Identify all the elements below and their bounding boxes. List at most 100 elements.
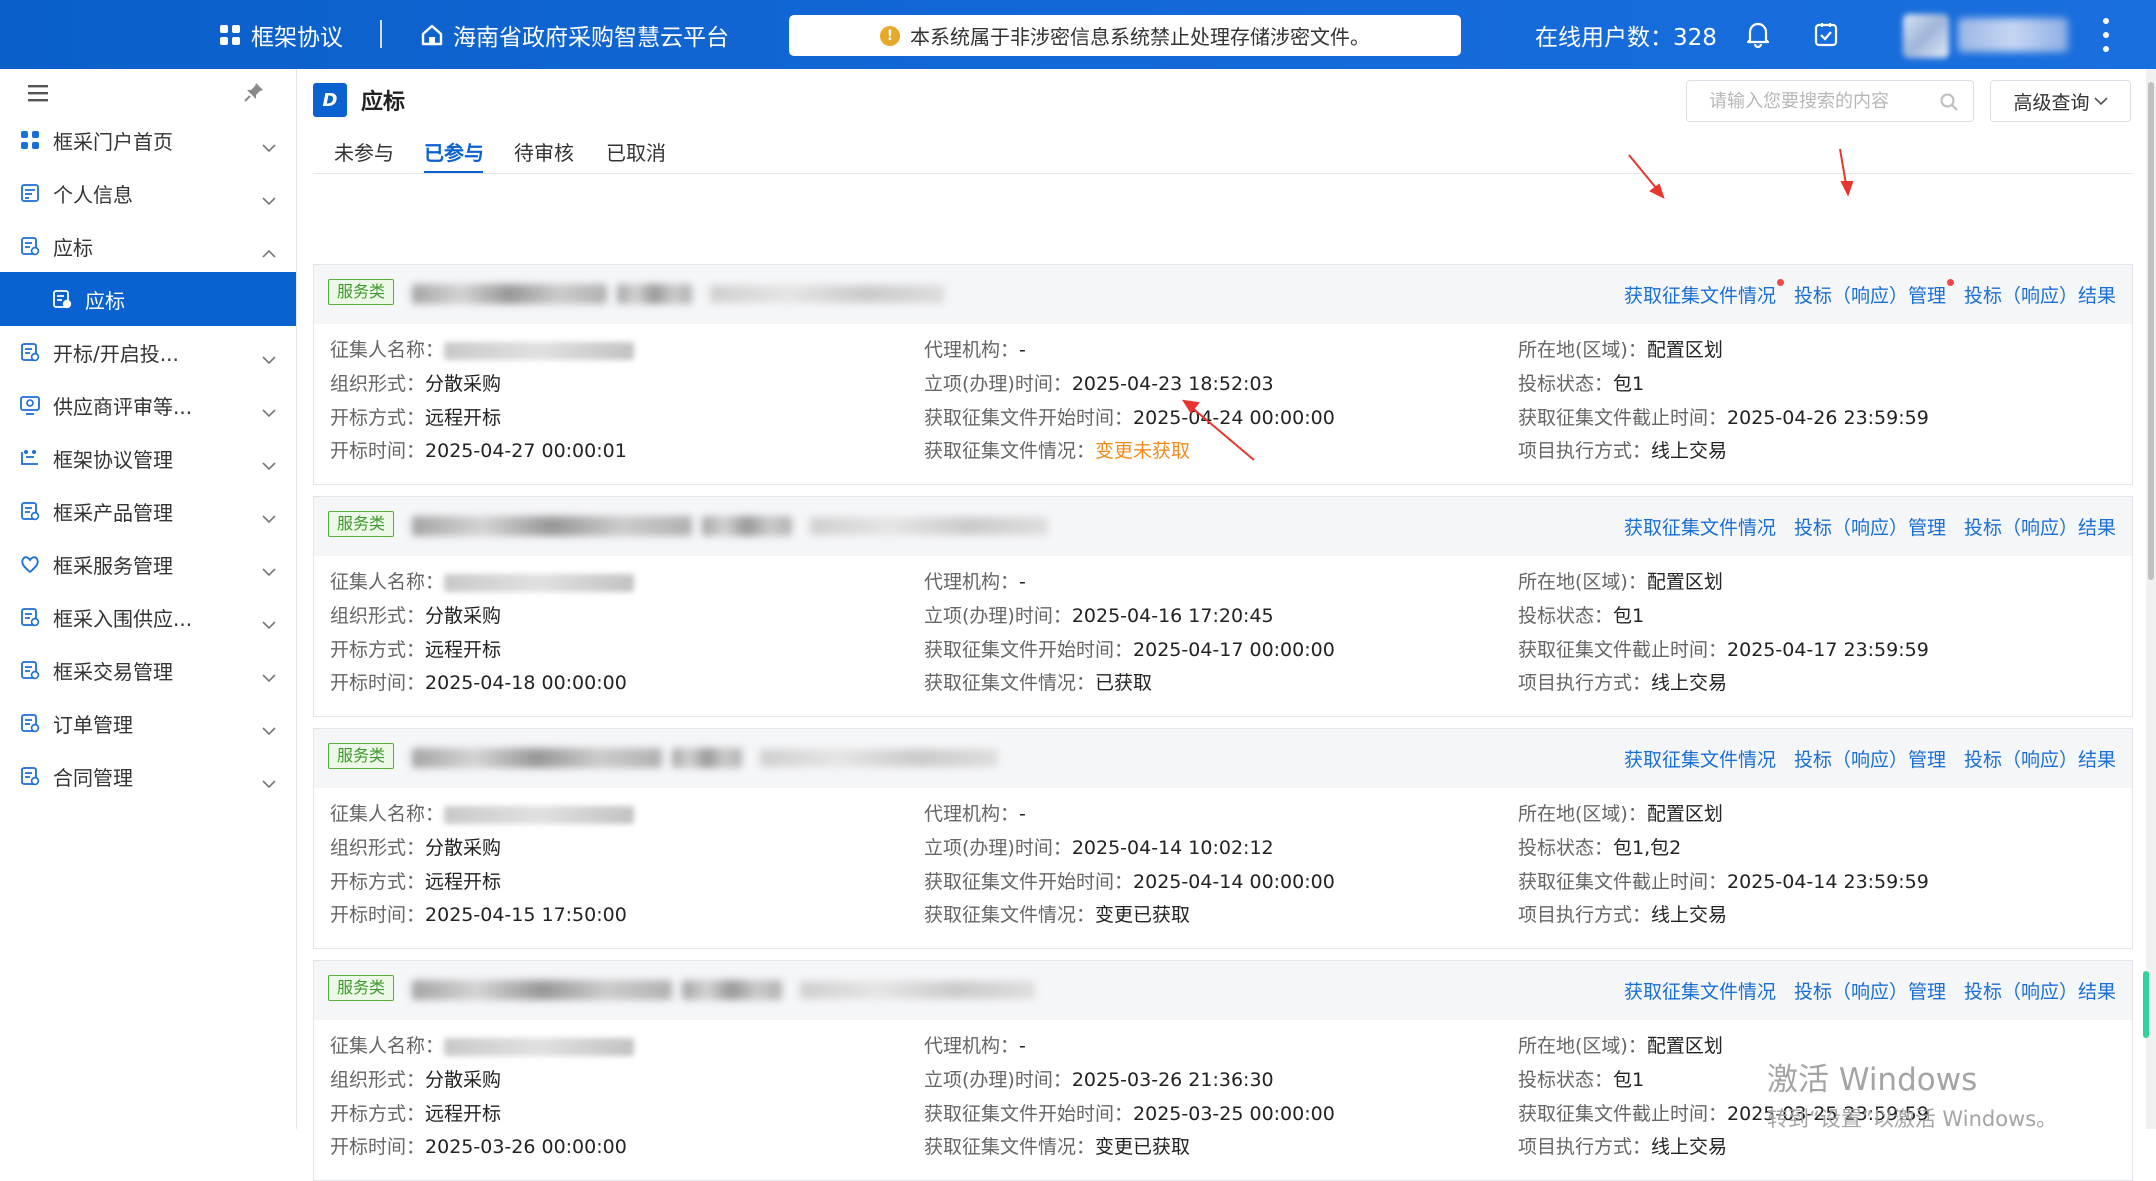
avatar[interactable] (1903, 14, 1949, 58)
field-value-open-time: 2025-04-18 00:00:00 (425, 672, 627, 694)
field-open-time: 开标时间：2025-03-26 00:00:00 (330, 1132, 627, 1159)
sidebar-item-5[interactable]: 供应商评审等... (0, 378, 296, 432)
collector-name-redacted (444, 805, 635, 824)
bid-result-link[interactable]: 投标（响应）结果 (1964, 281, 2116, 309)
project-name-redacted[interactable] (412, 284, 607, 304)
field-agency: 代理机构：- (924, 567, 1026, 594)
field-label: 代理机构： (924, 339, 1020, 361)
field-exec-mode: 项目执行方式：线上交易 (1518, 668, 1727, 695)
field-label: 投标状态： (1518, 1069, 1614, 1091)
field-label: 项目执行方式： (1518, 672, 1652, 694)
get-docs-link[interactable]: 获取征集文件情况 (1624, 977, 1776, 1005)
tab-joined[interactable]: 已参与 (424, 137, 484, 166)
bell-icon[interactable] (1743, 19, 1773, 49)
field-value-doc-status: 变更已获取 (1095, 904, 1191, 926)
advanced-search-button[interactable]: 高级查询 (1990, 80, 2131, 122)
scrollbar-thumb[interactable] (2148, 82, 2154, 580)
bid-card: 服务类 获取征集文件情况 投标（响应）管理 投标（响应）结果 征集人名称： 组织形式：分散… (313, 264, 2133, 485)
sidebar-item-10[interactable]: 框采交易管理 (0, 643, 296, 697)
project-code-redacted (760, 749, 998, 767)
bid-result-link[interactable]: 投标（响应）结果 (1964, 745, 2116, 773)
project-name-redacted[interactable] (412, 748, 662, 768)
field-agency: 代理机构：- (924, 799, 1026, 826)
field-value-doc-status: 变更已获取 (1095, 1136, 1191, 1158)
chevron-down-icon (262, 399, 276, 418)
field-label: 开标方式： (330, 871, 426, 893)
bid-manage-link[interactable]: 投标（响应）管理 (1794, 977, 1946, 1005)
bid-manage-link[interactable]: 投标（响应）管理 (1794, 279, 1955, 309)
get-docs-link[interactable]: 获取征集文件情况 (1624, 513, 1776, 541)
search-box[interactable] (1686, 80, 1974, 122)
tabs-divider (313, 173, 2133, 174)
field-value-open-method: 远程开标 (425, 1103, 502, 1125)
chevron-down-icon (262, 611, 276, 630)
field-label: 开标方式： (330, 639, 426, 661)
bid-result-link[interactable]: 投标（响应）结果 (1964, 513, 2116, 541)
online-users: 在线用户数：328 (1535, 24, 1717, 51)
sidebar-item-1[interactable]: 个人信息 (0, 166, 296, 220)
sidebar: 框采门户首页 个人信息 应标 应标 开标/开启投... 供应商评审等... 框架协议管理 框采… (0, 69, 297, 1129)
sidebar-item-11[interactable]: 订单管理 (0, 696, 296, 750)
project-sub-redacted (682, 980, 782, 1000)
field-org-form: 组织形式：分散采购 (330, 601, 501, 628)
sidebar-item-6[interactable]: 框架协议管理 (0, 431, 296, 485)
field-value-open-time: 2025-04-27 00:00:01 (425, 440, 627, 462)
sidebar-item-2[interactable]: 应标 (0, 219, 296, 273)
grid-icon (220, 24, 240, 45)
field-value-doc-status: 变更未获取 (1095, 440, 1191, 462)
field-label: 立项(办理)时间： (924, 1069, 1072, 1091)
collector-name-redacted (444, 573, 635, 592)
sidebar-toolbar (0, 69, 296, 117)
tab-pending-review[interactable]: 待审核 (514, 137, 574, 166)
sidebar-item-0[interactable]: 框采门户首页 (0, 113, 296, 167)
card-actions: 获取征集文件情况 投标（响应）管理 投标（响应）结果 (1624, 279, 2116, 309)
sidebar-item-3[interactable]: 应标 (0, 272, 296, 326)
field-value-doc-end: 2025-04-17 23:59:59 (1727, 639, 1929, 661)
sidebar-item-4[interactable]: 开标/开启投... (0, 325, 296, 379)
field-value-bid-status: 包1 (1613, 1069, 1645, 1091)
search-input[interactable] (1707, 81, 1951, 121)
field-label: 获取征集文件情况： (924, 672, 1096, 694)
field-label: 所在地(区域)： (1518, 803, 1647, 825)
tab-not-joined[interactable]: 未参与 (334, 137, 394, 166)
bid-manage-link[interactable]: 投标（响应）管理 (1794, 745, 1946, 773)
app-switcher[interactable]: 框架协议 (219, 0, 343, 69)
sidebar-item-9[interactable]: 框采入围供应... (0, 590, 296, 644)
bid-card: 服务类 获取征集文件情况 投标（响应）管理 投标（响应）结果 征集人名称： 组织形式：分散… (313, 728, 2133, 949)
get-docs-link[interactable]: 获取征集文件情况 (1624, 745, 1776, 773)
platform-link[interactable]: 海南省政府采购智慧云平台 (421, 0, 729, 69)
tab-cancelled[interactable]: 已取消 (606, 137, 666, 166)
search-icon[interactable] (1939, 92, 1959, 112)
chevron-down-icon (262, 558, 276, 577)
project-name-redacted[interactable] (412, 980, 672, 1000)
field-label: 获取征集文件情况： (924, 904, 1096, 926)
field-value-doc-status: 已获取 (1095, 672, 1153, 694)
sidebar-item-7[interactable]: 框采产品管理 (0, 484, 296, 538)
field-setup-time: 立项(办理)时间：2025-04-23 18:52:03 (924, 369, 1274, 396)
pin-icon[interactable] (243, 81, 265, 103)
field-label: 开标时间： (330, 672, 426, 694)
field-label: 投标状态： (1518, 837, 1614, 859)
field-collector: 征集人名称： (330, 335, 635, 362)
project-name-redacted[interactable] (412, 516, 692, 536)
clipboard-check-icon[interactable] (1811, 19, 1841, 49)
sidebar-item-label: 框采产品管理 (53, 500, 173, 525)
field-label: 征集人名称： (330, 803, 445, 825)
bid-result-link[interactable]: 投标（响应）结果 (1964, 977, 2116, 1005)
menu-icon[interactable] (27, 83, 49, 103)
windows-activation-watermark: 激活 Windows 转到“设置”以激活 Windows。 (1767, 1054, 2057, 1133)
chevron-up-icon (262, 240, 276, 258)
more-icon[interactable] (2098, 18, 2114, 52)
sidebar-item-12[interactable]: 合同管理 (0, 749, 296, 803)
bid-manage-link[interactable]: 投标（响应）管理 (1794, 513, 1946, 541)
sidebar-item-label: 开标/开启投... (53, 341, 179, 366)
field-value-region: 配置区划 (1646, 803, 1723, 825)
field-value-bid-status: 包1 (1613, 373, 1645, 395)
field-label: 组织形式： (330, 837, 426, 859)
field-value-org-form: 分散采购 (425, 605, 502, 627)
field-value-doc-start: 2025-04-17 00:00:00 (1133, 639, 1335, 661)
field-agency: 代理机构：- (924, 1031, 1026, 1058)
sidebar-item-8[interactable]: 框采服务管理 (0, 537, 296, 591)
get-docs-link[interactable]: 获取征集文件情况 (1624, 279, 1784, 309)
vertical-scrollbar[interactable] (2146, 69, 2156, 1129)
